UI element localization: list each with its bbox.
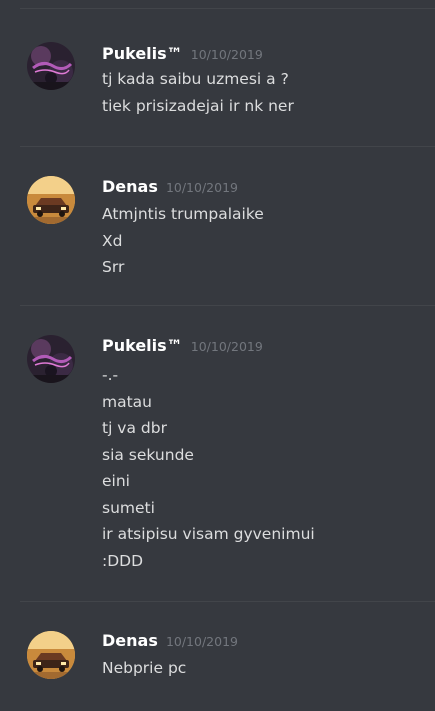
message-line: Xd [102, 231, 123, 250]
timestamp: 10/10/2019 [165, 180, 238, 195]
message-header: Denas 10/10/2019 [102, 631, 238, 650]
message-line: tiek prisizadejai ir nk ner [102, 96, 294, 115]
message-line: Nebprie pc [102, 659, 187, 677]
denas-avatar-icon [27, 631, 75, 679]
chat-message-list: Pukelis™ 10/10/2019 tj kada saibu uzmesi… [0, 0, 435, 711]
message-divider [20, 601, 435, 602]
pukelis-avatar-icon [27, 335, 75, 383]
timestamp: 10/10/2019 [165, 634, 238, 649]
message-line: tj kada saibu uzmesi a ? [102, 70, 289, 88]
username[interactable]: Pukelis™ [102, 336, 183, 355]
denas-avatar-icon [27, 176, 75, 224]
message-divider [20, 146, 435, 147]
message-content: Atmjntis trumpalaike Xd Srr [102, 201, 264, 281]
message-content: Nebprie pc [102, 655, 186, 682]
avatar[interactable] [27, 176, 75, 224]
avatar[interactable] [27, 631, 75, 679]
message-content: -.- matau tj va dbr sia sekunde eini sum… [102, 362, 315, 574]
message-header: Pukelis™ 10/10/2019 [102, 44, 263, 63]
message-header: Denas 10/10/2019 [102, 177, 238, 196]
message-header: Pukelis™ 10/10/2019 [102, 336, 263, 355]
timestamp: 10/10/2019 [190, 47, 263, 62]
message-content: tj kada saibu uzmesi a ? tiek prisizadej… [102, 66, 294, 119]
message-line: sumeti [102, 498, 155, 517]
message-line: sia sekunde [102, 445, 194, 464]
username[interactable]: Pukelis™ [102, 44, 183, 63]
message-divider [20, 8, 435, 9]
pukelis-avatar-icon [27, 42, 75, 90]
avatar[interactable] [27, 335, 75, 383]
message-line: Atmjntis trumpalaike [102, 205, 264, 223]
message-divider [20, 305, 435, 306]
message-line: ir atsipisu visam gyvenimui [102, 525, 315, 543]
message-line: -.- [102, 366, 119, 384]
avatar[interactable] [27, 42, 75, 90]
message-line: :DDD [102, 551, 144, 570]
message-line: tj va dbr [102, 419, 167, 437]
message-line: matau [102, 392, 152, 411]
username[interactable]: Denas [102, 631, 158, 650]
username[interactable]: Denas [102, 177, 158, 196]
message-line: Srr [102, 258, 125, 276]
message-line: eini [102, 472, 130, 490]
timestamp: 10/10/2019 [190, 339, 263, 354]
